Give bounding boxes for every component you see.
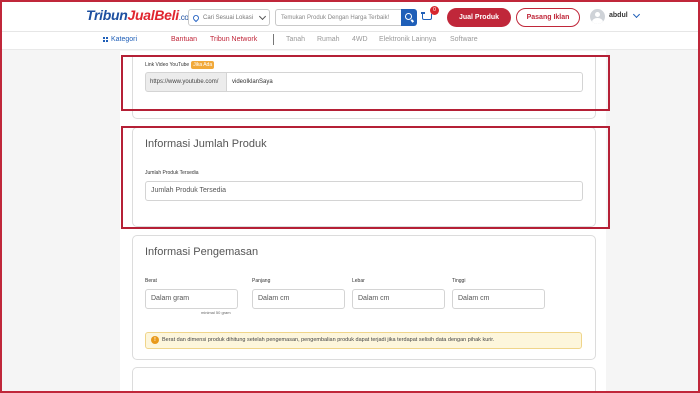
search-input[interactable]: Temukan Produk Dengan Harga Terbaik! (275, 9, 401, 26)
kategori-label: Kategori (111, 36, 138, 43)
jumlah-produk-title: Informasi Jumlah Produk (145, 138, 267, 150)
kategori-menu[interactable]: Kategori (103, 36, 137, 43)
nav-item-rumah[interactable]: Rumah (317, 36, 340, 43)
nav-divider (273, 34, 274, 45)
nav-item-4wd[interactable]: 4WD (352, 36, 368, 43)
pengemasan-title: Informasi Pengemasan (145, 246, 259, 258)
pasang-iklan-button[interactable]: Pasang Iklan (516, 8, 580, 27)
nav-item-elektronik-lainnya[interactable]: Elektronik Lainnya (379, 36, 436, 43)
jual-produk-button[interactable]: Jual Produk (447, 8, 511, 27)
cart-icon (422, 14, 432, 20)
tribunjualbeli-logo[interactable]: TribunJualBeli.com (86, 7, 195, 23)
nav-item-tanah[interactable]: Tanah (286, 36, 305, 43)
logo-part-1: Tribun (86, 7, 128, 23)
panjang-label: Panjang (252, 278, 271, 284)
chevron-down-icon (258, 12, 267, 21)
lebar-input[interactable]: Dalam cm (352, 289, 445, 309)
packaging-notice-text: Berat dan dimensi produk dihitung setela… (162, 337, 495, 343)
location-select[interactable]: Cari Sesuai Lokasi (188, 9, 270, 26)
nav-item-software[interactable]: Software (450, 36, 478, 43)
location-pin-icon (191, 13, 201, 22)
tinggi-input[interactable]: Dalam cm (452, 289, 545, 309)
video-label: Link Video YouTube Jika Ada (145, 61, 215, 69)
lebar-label: Lebar (352, 278, 365, 284)
category-nav: Kategori Bantuan Tribun Network Tanah Ru… (2, 32, 698, 50)
logo-part-2: JualBeli (127, 7, 180, 23)
tinggi-label: Tinggi (452, 278, 466, 284)
youtube-video-input[interactable]: videoIklanSaya (227, 72, 583, 92)
video-label-text: Link Video YouTube (145, 62, 190, 68)
berat-label: Berat (145, 278, 157, 284)
next-section-card (132, 367, 596, 393)
user-name[interactable]: abdul (609, 12, 628, 19)
cart-button[interactable]: 0 (421, 6, 439, 24)
top-header: TribunJualBeli.com Cari Sesuai Lokasi Te… (2, 2, 698, 32)
youtube-url-prefix: https://www.youtube.com/ (145, 72, 227, 92)
jumlah-produk-label: Jumlah Produk Tersedia (145, 170, 199, 176)
nav-bantuan[interactable]: Bantuan (171, 36, 197, 43)
location-select-value: Cari Sesuai Lokasi (203, 14, 254, 21)
nav-tribun-network[interactable]: Tribun Network (210, 36, 257, 43)
berat-input[interactable]: Dalam gram (145, 289, 238, 309)
grid-icon (103, 37, 108, 42)
jumlah-produk-input[interactable]: Jumlah Produk Tersedia (145, 181, 583, 201)
berat-hint: minimal 50 gram (201, 310, 231, 315)
search-icon (405, 13, 412, 20)
packaging-notice: ! Berat dan dimensi produk dihitung sete… (145, 332, 582, 349)
optional-tag: Jika Ada (191, 61, 215, 69)
cart-count-badge: 0 (430, 6, 439, 15)
panjang-input[interactable]: Dalam cm (252, 289, 345, 309)
user-avatar[interactable] (590, 9, 605, 24)
info-icon: ! (151, 336, 159, 344)
user-menu-chevron-icon[interactable] (632, 10, 641, 19)
search-button[interactable] (401, 9, 417, 26)
